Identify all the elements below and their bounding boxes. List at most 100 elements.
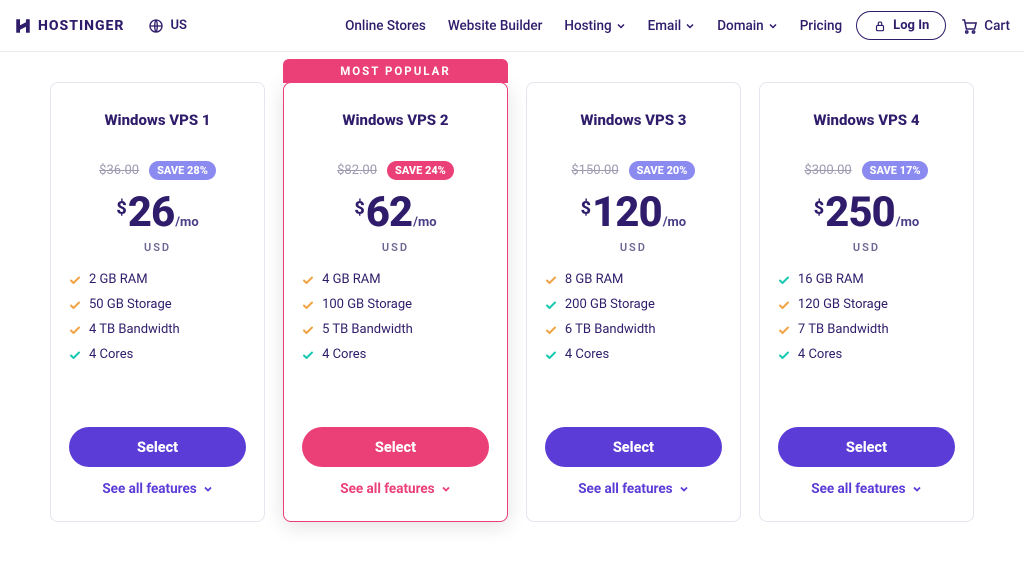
feature-list: 16 GB RAM120 GB Storage7 TB Bandwidth4 C… <box>778 272 955 362</box>
chevron-down-icon <box>685 21 695 31</box>
feature-text: 2 GB RAM <box>89 272 148 287</box>
plan-name: Windows VPS 2 <box>302 111 489 129</box>
see-all-features-link[interactable]: See all features <box>778 481 955 497</box>
currency-symbol: $ <box>116 198 126 219</box>
check-icon <box>69 274 81 286</box>
feature-text: 8 GB RAM <box>565 272 624 287</box>
cart-link[interactable]: Cart <box>960 17 1010 35</box>
save-badge: SAVE 17% <box>862 161 929 180</box>
feature-text: 200 GB Storage <box>565 297 655 312</box>
see-all-features-link[interactable]: See all features <box>302 481 489 497</box>
check-icon <box>545 274 557 286</box>
feature-item: 6 TB Bandwidth <box>545 322 722 337</box>
feature-item: 4 Cores <box>778 347 955 362</box>
currency-code: USD <box>778 241 955 254</box>
price-row: $300.00 SAVE 17% <box>778 159 955 180</box>
select-button[interactable]: Select <box>302 427 489 467</box>
old-price: $300.00 <box>804 163 851 178</box>
pricing-plans: Windows VPS 1 $36.00 SAVE 28% $ 26 /mo U… <box>0 52 1024 562</box>
save-badge: SAVE 28% <box>149 161 216 180</box>
lock-icon <box>873 19 887 33</box>
price: $ 250 /mo <box>778 188 955 237</box>
check-icon <box>778 349 790 361</box>
feature-item: 50 GB Storage <box>69 297 246 312</box>
check-icon <box>545 349 557 361</box>
feature-text: 4 Cores <box>322 347 366 362</box>
main-nav: Online Stores Website Builder Hosting Em… <box>345 18 842 34</box>
feature-text: 6 TB Bandwidth <box>565 322 656 337</box>
feature-text: 120 GB Storage <box>798 297 888 312</box>
nav-hosting[interactable]: Hosting <box>564 18 625 34</box>
feature-text: 4 GB RAM <box>322 272 381 287</box>
currency-symbol: $ <box>354 198 364 219</box>
chevron-down-icon <box>441 484 451 494</box>
feature-text: 4 TB Bandwidth <box>89 322 180 337</box>
globe-icon <box>148 18 164 34</box>
feature-text: 4 Cores <box>89 347 133 362</box>
price-row: $150.00 SAVE 20% <box>545 159 722 180</box>
feature-item: 200 GB Storage <box>545 297 722 312</box>
price-row: $82.00 SAVE 24% <box>302 159 489 180</box>
price-amount: 120 <box>592 188 662 237</box>
nav-pricing[interactable]: Pricing <box>800 18 842 34</box>
see-all-features-link[interactable]: See all features <box>545 481 722 497</box>
feature-item: 4 Cores <box>69 347 246 362</box>
price-amount: 26 <box>128 188 174 237</box>
nav-email[interactable]: Email <box>648 18 696 34</box>
feature-list: 2 GB RAM 50 GB Storage 4 TB Bandwidth 4 Cor… <box>69 272 246 362</box>
feature-text: 4 Cores <box>565 347 609 362</box>
chevron-down-icon <box>768 21 778 31</box>
feature-item: 120 GB Storage <box>778 297 955 312</box>
check-icon <box>778 274 790 286</box>
feature-item: 2 GB RAM <box>69 272 246 287</box>
see-all-features-link[interactable]: See all features <box>69 481 246 497</box>
check-icon <box>69 349 81 361</box>
feature-text: 4 Cores <box>798 347 842 362</box>
check-icon <box>69 299 81 311</box>
save-badge: SAVE 24% <box>387 161 454 180</box>
check-icon <box>69 324 81 336</box>
feature-text: 100 GB Storage <box>322 297 412 312</box>
feature-item: 7 TB Bandwidth <box>778 322 955 337</box>
select-button[interactable]: Select <box>545 427 722 467</box>
login-button[interactable]: Log In <box>856 11 946 40</box>
feature-list: 4 GB RAM100 GB Storage5 TB Bandwidth4 Co… <box>302 272 489 362</box>
cart-icon <box>960 17 978 35</box>
topbar: HOSTINGER US Online Stores Website Build… <box>0 0 1024 52</box>
per-month: /mo <box>175 215 198 230</box>
region-selector[interactable]: US <box>148 18 186 34</box>
old-price: $82.00 <box>337 163 377 178</box>
nav-domain[interactable]: Domain <box>717 18 777 34</box>
feature-item: 4 Cores <box>302 347 489 362</box>
feature-text: 7 TB Bandwidth <box>798 322 889 337</box>
plan-card-2: MOST POPULAR Windows VPS 2 $82.00 SAVE 2… <box>283 82 508 522</box>
check-icon <box>778 324 790 336</box>
price-amount: 250 <box>825 188 895 237</box>
feature-item: 4 GB RAM <box>302 272 489 287</box>
plan-name: Windows VPS 4 <box>778 111 955 129</box>
most-popular-ribbon: MOST POPULAR <box>283 59 508 83</box>
check-icon <box>545 324 557 336</box>
check-icon <box>545 299 557 311</box>
currency-code: USD <box>69 241 246 254</box>
region-label: US <box>170 18 186 33</box>
nav-online-stores[interactable]: Online Stores <box>345 18 426 34</box>
save-badge: SAVE 20% <box>629 161 696 180</box>
price-amount: 62 <box>366 188 412 237</box>
price: $ 26 /mo <box>69 188 246 237</box>
nav-website-builder[interactable]: Website Builder <box>448 18 543 34</box>
price: $ 120 /mo <box>545 188 722 237</box>
login-label: Log In <box>893 18 929 33</box>
chevron-down-icon <box>203 484 213 494</box>
feature-item: 4 Cores <box>545 347 722 362</box>
select-button[interactable]: Select <box>69 427 246 467</box>
brand-logo[interactable]: HOSTINGER <box>14 17 124 35</box>
old-price: $36.00 <box>99 163 139 178</box>
plan-card-3: Windows VPS 3 $150.00 SAVE 20% $ 120 /mo… <box>526 82 741 522</box>
select-button[interactable]: Select <box>778 427 955 467</box>
old-price: $150.00 <box>571 163 618 178</box>
check-icon <box>778 299 790 311</box>
feature-text: 50 GB Storage <box>89 297 172 312</box>
hostinger-logo-icon <box>14 17 32 35</box>
price: $ 62 /mo <box>302 188 489 237</box>
